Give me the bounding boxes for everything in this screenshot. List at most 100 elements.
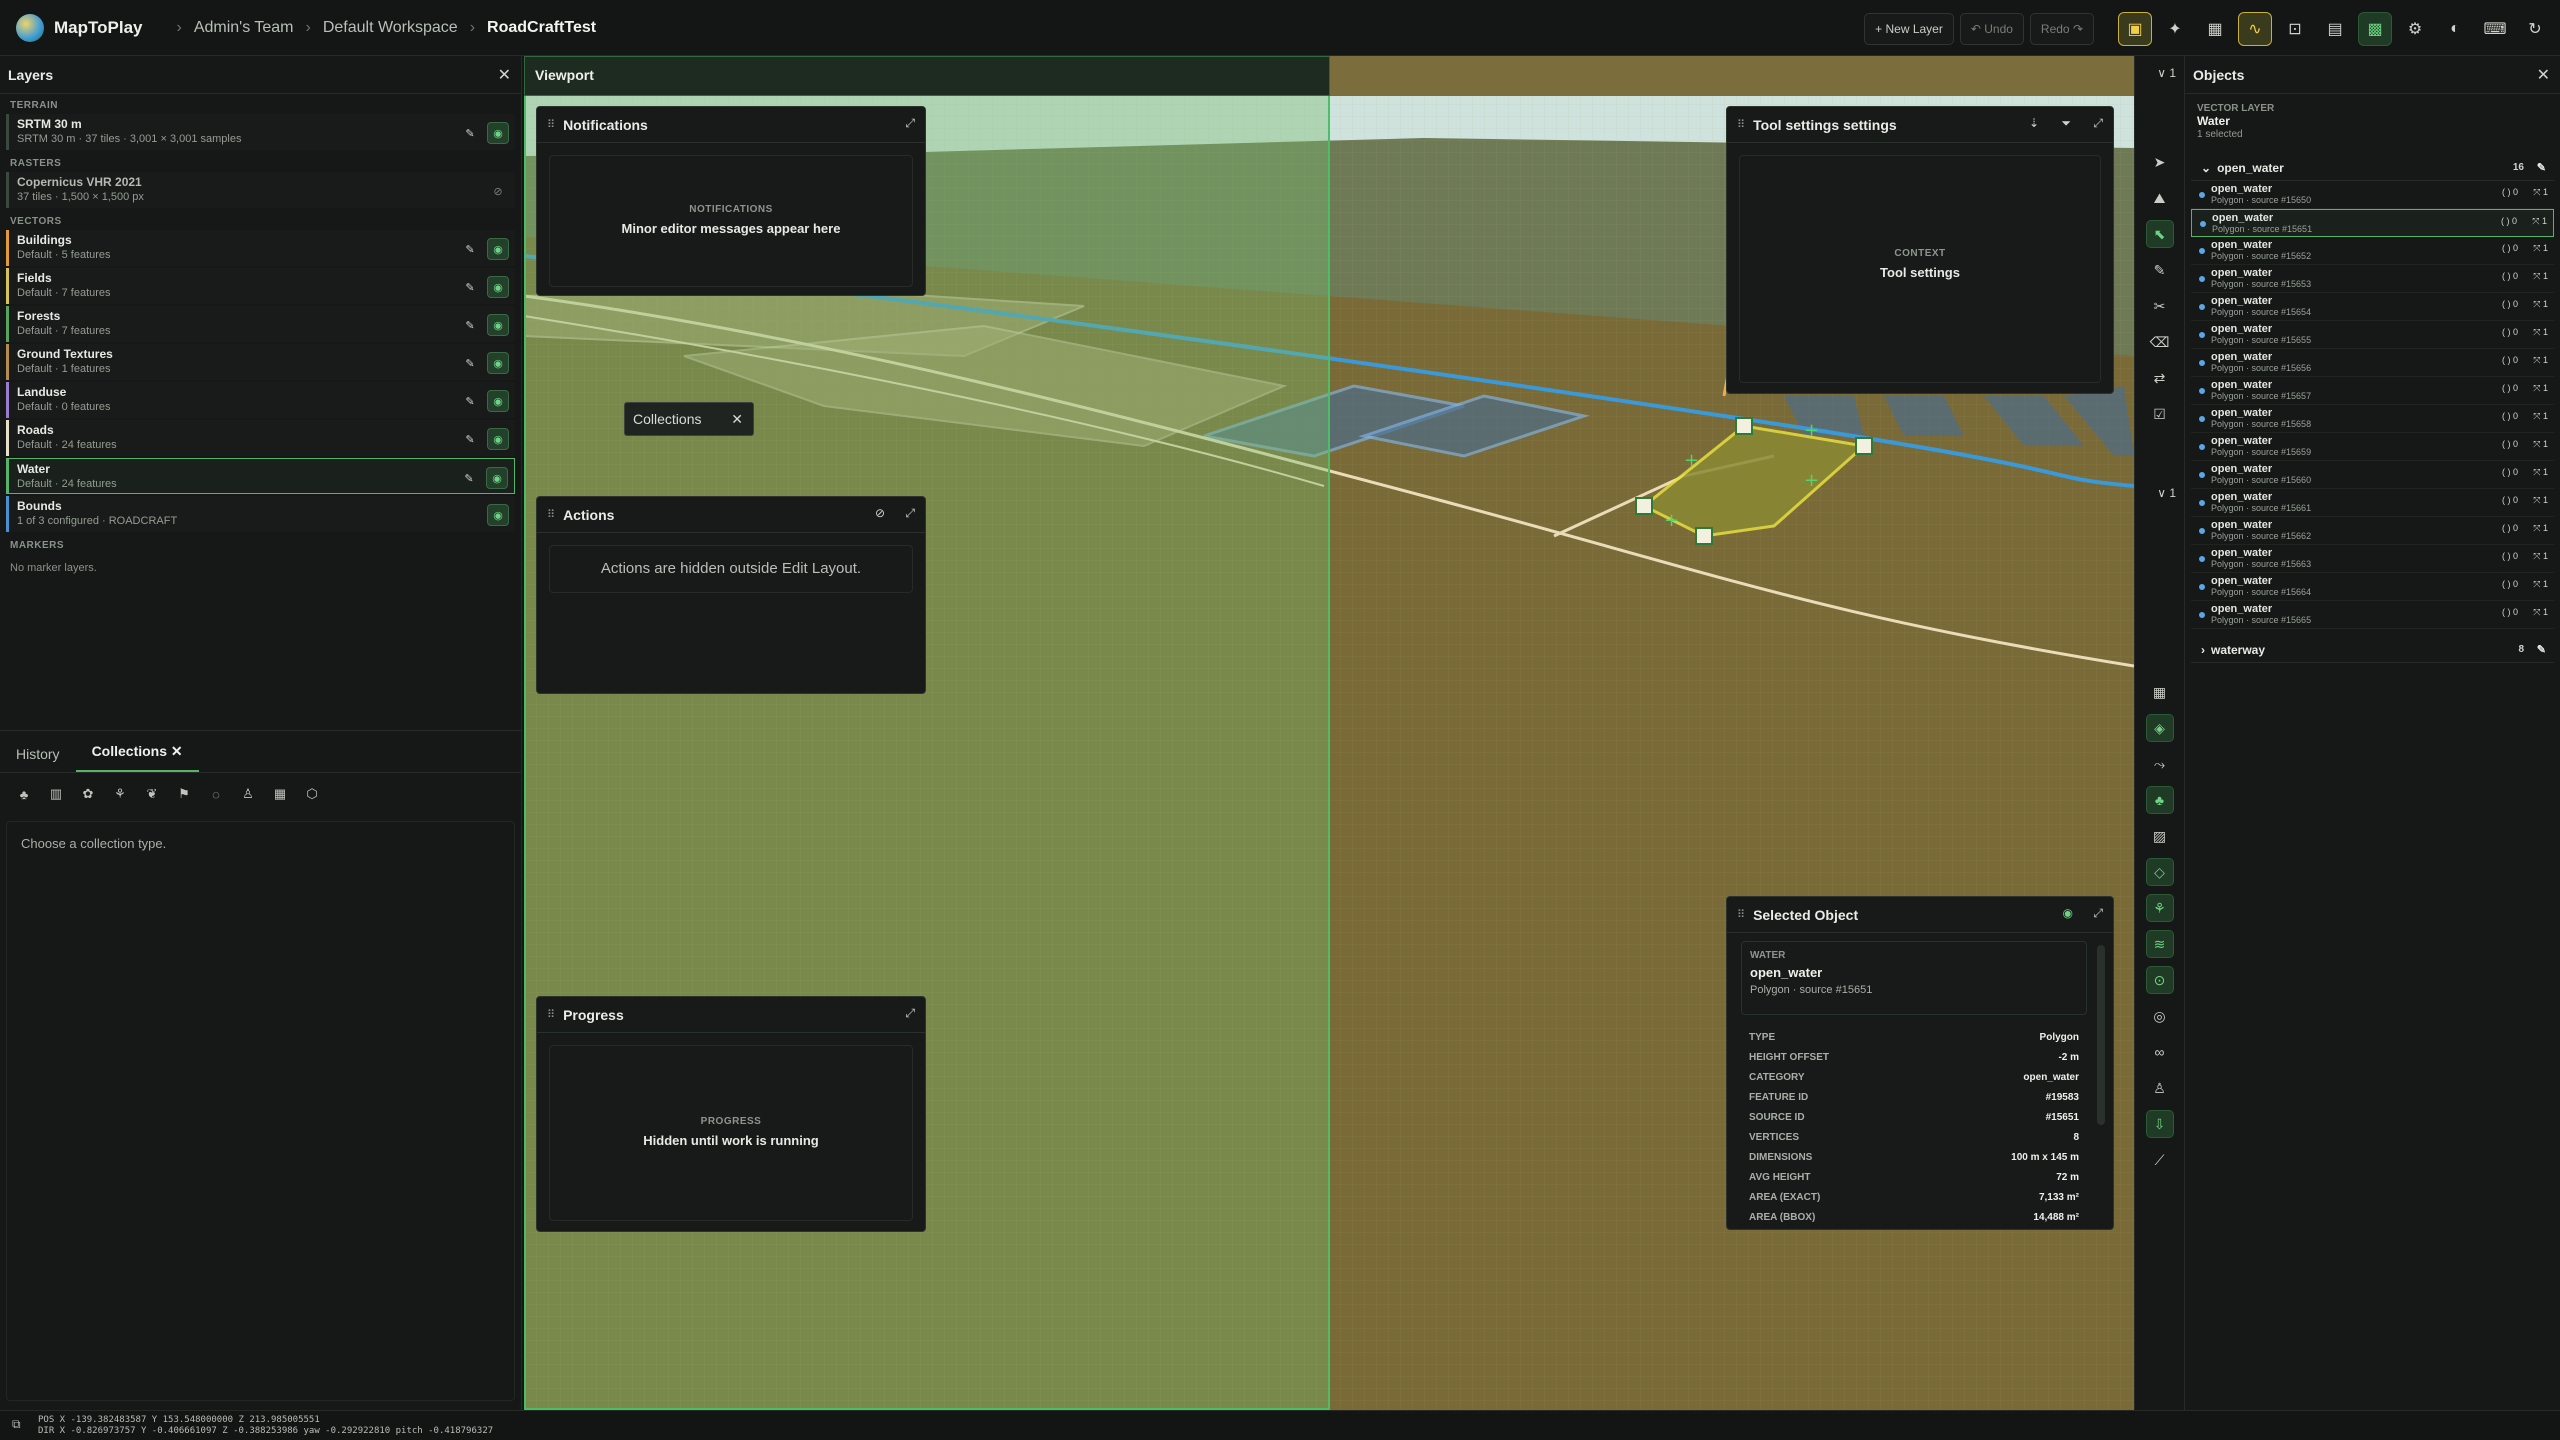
brackets-badge[interactable]: ( ) 0 xyxy=(2502,523,2518,533)
edit-badge[interactable]: ⤧ 1 xyxy=(2533,271,2548,282)
table-icon[interactable]: ▦ xyxy=(2146,678,2174,706)
image-icon[interactable]: ▨ xyxy=(2146,822,2174,850)
robot-icon[interactable]: ⊡ xyxy=(2278,12,2312,46)
object-row[interactable]: open_water Polygon · source #15661( ) 0 ⤧ … xyxy=(2191,489,2554,517)
fence-icon[interactable]: ▦ xyxy=(266,781,294,807)
breadcrumb-project[interactable]: RoadCraftTest xyxy=(487,19,596,37)
edit-badge[interactable]: ⤧ 1 xyxy=(2533,355,2548,366)
layer-row-landuse[interactable]: Landuse Default · 0 features ✎ ◉ xyxy=(6,382,515,418)
box-icon[interactable]: ⬡ xyxy=(298,781,326,807)
pin-icon[interactable]: ⇣ xyxy=(2029,116,2039,130)
eye-icon[interactable]: ◉ xyxy=(487,276,509,298)
edit-badge[interactable]: ⤧ 1 xyxy=(2533,327,2548,338)
select-icon[interactable]: ⬉ xyxy=(2145,220,2174,248)
rail-mid-count[interactable]: ∨ 1 xyxy=(2135,436,2184,500)
eye-icon[interactable]: ◉ xyxy=(487,122,509,144)
brackets-badge[interactable]: ( ) 0 xyxy=(2502,551,2518,561)
group-waterway[interactable]: › waterway 8 ✎ xyxy=(2191,637,2554,663)
brush-icon[interactable]: ⌫ xyxy=(2146,328,2174,356)
edit-icon[interactable]: ✎ xyxy=(459,352,481,374)
tree-icon[interactable]: ♣ xyxy=(2145,786,2174,814)
close-icon[interactable]: ✕ xyxy=(171,743,183,759)
object-row[interactable]: open_water Polygon · source #15660( ) 0 ⤧ … xyxy=(2191,461,2554,489)
scissors-icon[interactable]: ✂ xyxy=(2146,292,2174,320)
brackets-badge[interactable]: ( ) 0 xyxy=(2502,607,2518,617)
route-icon[interactable]: ⇄ xyxy=(2146,364,2174,392)
edit-icon[interactable]: ✎ xyxy=(459,238,481,260)
brackets-badge[interactable]: ( ) 0 xyxy=(2502,579,2518,589)
tab-collections[interactable]: Collections ✕ xyxy=(75,743,199,772)
object-row[interactable]: open_water Polygon · source #15654( ) 0 ⤧ … xyxy=(2191,293,2554,321)
eye-icon[interactable]: ◉ xyxy=(487,352,509,374)
refresh-icon[interactable]: ↻ xyxy=(2518,12,2552,46)
eye-icon[interactable]: ◉ xyxy=(487,428,509,450)
breadcrumb-workspace[interactable]: Default Workspace xyxy=(323,19,458,37)
object-row[interactable]: open_water Polygon · source #15658( ) 0 ⤧ … xyxy=(2191,405,2554,433)
wind-icon[interactable]: ≋ xyxy=(2145,930,2174,958)
feather-icon[interactable]: ⟋ xyxy=(2146,1146,2174,1174)
edit-icon[interactable]: ✎ xyxy=(459,276,481,298)
shrub-icon[interactable]: ❦ xyxy=(138,781,166,807)
palette-icon[interactable]: ◐ xyxy=(2438,12,2472,46)
layer-row-water[interactable]: Water Default · 24 features ✎ ◉ xyxy=(6,458,515,494)
breadcrumb-team[interactable]: Admin's Team xyxy=(194,19,294,37)
activity-icon[interactable]: ∿ xyxy=(2238,12,2272,46)
redo-button[interactable]: Redo ↷ xyxy=(2029,13,2094,45)
compass-icon[interactable]: ◎ xyxy=(2146,1002,2174,1030)
magic-wand-icon[interactable]: ✦ xyxy=(2158,12,2192,46)
building-icon[interactable]: ▥ xyxy=(42,781,70,807)
brackets-badge[interactable]: ( ) 0 xyxy=(2502,271,2518,281)
path-icon[interactable]: ⤳ xyxy=(2146,750,2174,778)
object-row[interactable]: open_water Polygon · source #15659( ) 0 ⤧ … xyxy=(2191,433,2554,461)
object-row[interactable]: open_water Polygon · source #15662( ) 0 ⤧ … xyxy=(2191,517,2554,545)
tree-icon[interactable]: ♣ xyxy=(10,781,38,807)
brand[interactable]: MapToPlay xyxy=(16,13,142,42)
edit-badge[interactable]: ⤧ 1 xyxy=(2533,523,2548,534)
focus-icon[interactable]: ⊙ xyxy=(2145,966,2174,994)
link-icon[interactable]: ∞ xyxy=(2146,1038,2174,1066)
edit-badge[interactable]: ⤧ 1 xyxy=(2533,439,2548,450)
close-icon[interactable]: ✕ xyxy=(731,411,743,428)
sign-icon[interactable]: ⚑ xyxy=(170,781,198,807)
tab-history[interactable]: History xyxy=(0,746,76,772)
object-row[interactable]: open_water Polygon · source #15665( ) 0 ⤧ … xyxy=(2191,601,2554,629)
brackets-badge[interactable]: ( ) 0 xyxy=(2502,187,2518,197)
object-row[interactable]: open_water Polygon · source #15650( ) 0 ⤧ … xyxy=(2191,181,2554,209)
collections-chip[interactable]: Collections ✕ xyxy=(624,402,754,436)
edit-badge[interactable]: ⤧ 1 xyxy=(2532,216,2547,227)
new-layer-button[interactable]: + New Layer xyxy=(1864,13,1954,45)
object-row[interactable]: open_water Polygon · source #15655( ) 0 ⤧ … xyxy=(2191,321,2554,349)
archive-icon[interactable]: ▤ xyxy=(2318,12,2352,46)
layer-row-ground-textures[interactable]: Ground Textures Default · 1 features ✎ ◉ xyxy=(6,344,515,380)
edit-badge[interactable]: ⤧ 1 xyxy=(2533,467,2548,478)
drag-handle-icon[interactable]: ⠿ xyxy=(1737,118,1745,131)
layer-row-copernicus[interactable]: Copernicus VHR 2021 37 tiles · 1,500 × 1… xyxy=(6,172,515,208)
edit-badge[interactable]: ⤧ 1 xyxy=(2533,187,2548,198)
object-row[interactable]: open_water Polygon · source #15663( ) 0 ⤧ … xyxy=(2191,545,2554,573)
object-row[interactable]: open_water Polygon · source #15651( ) 0 ⤧ … xyxy=(2191,209,2554,237)
keyboard-icon[interactable]: ⌨ xyxy=(2478,12,2512,46)
eye-icon[interactable]: ◉ xyxy=(487,390,509,412)
terrain-icon[interactable]: ⛰ xyxy=(2146,184,2174,212)
brackets-badge[interactable]: ( ) 0 xyxy=(2502,299,2518,309)
brackets-badge[interactable]: ( ) 0 xyxy=(2502,383,2518,393)
edit-badge[interactable]: ⤧ 1 xyxy=(2533,551,2548,562)
edit-badge[interactable]: ⤧ 1 xyxy=(2533,579,2548,590)
edit-badge[interactable]: ⤧ 1 xyxy=(2533,411,2548,422)
layer-row-forests[interactable]: Forests Default · 7 features ✎ ◉ xyxy=(6,306,515,342)
brackets-badge[interactable]: ( ) 0 xyxy=(2502,411,2518,421)
drag-handle-icon[interactable]: ⠿ xyxy=(547,508,555,521)
layer-row-fields[interactable]: Fields Default · 7 features ✎ ◉ xyxy=(6,268,515,304)
undo-button[interactable]: ↶ Undo xyxy=(1959,13,2024,45)
layer-row-roads[interactable]: Roads Default · 24 features ✎ ◉ xyxy=(6,420,515,456)
grid-icon[interactable]: ▩ xyxy=(2358,12,2392,46)
brackets-badge[interactable]: ( ) 0 xyxy=(2502,467,2518,477)
drag-handle-icon[interactable]: ⠿ xyxy=(1737,908,1745,921)
copy-icon[interactable]: ⧉ xyxy=(12,1418,21,1430)
navigate-icon[interactable]: ➤ xyxy=(2146,148,2174,176)
expand-icon[interactable]: ⤢ xyxy=(2093,906,2103,921)
edit-badge[interactable]: ⤧ 1 xyxy=(2533,607,2548,618)
filter-icon[interactable]: ⏷ xyxy=(2061,116,2071,131)
drag-handle-icon[interactable]: ⠿ xyxy=(547,1008,555,1021)
close-icon[interactable]: ✕ xyxy=(498,65,511,85)
